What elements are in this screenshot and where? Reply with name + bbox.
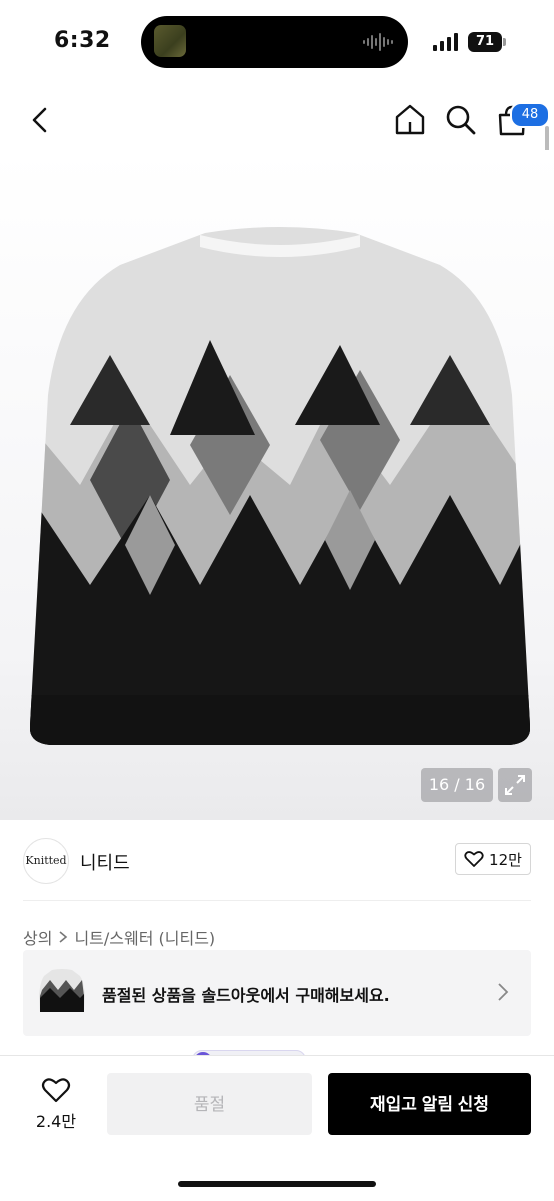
product-image [30, 227, 530, 745]
search-icon[interactable] [445, 104, 477, 136]
wishlist-button[interactable] [26, 1076, 86, 1108]
wishlist-count: 2.4만 [35, 1112, 77, 1131]
battery-tip [503, 38, 506, 46]
signal-icon [433, 33, 458, 51]
soldout-banner-text: 품절된 상품을 솔드아웃에서 구매해보세요. [102, 986, 390, 1005]
status-time: 6:32 [54, 28, 111, 53]
banner-product-thumbnail [39, 969, 85, 1012]
restock-alert-button[interactable]: 재입고 알림 신청 [328, 1073, 531, 1135]
chevron-right-icon [498, 983, 509, 1001]
soldout-button: 품절 [107, 1073, 312, 1135]
breadcrumb-category[interactable]: 상의 [23, 925, 52, 949]
divider [23, 900, 531, 901]
voice-wave-icon [363, 33, 393, 51]
brand-like-count: 12만 [489, 850, 522, 869]
image-counter: 16 / 16 [421, 768, 493, 802]
battery-indicator: 71 [468, 32, 502, 52]
cart-count-badge: 48 [510, 102, 550, 128]
brand-logo[interactable]: Knitted [23, 838, 69, 884]
heart-icon [41, 1078, 71, 1103]
expand-button[interactable] [498, 768, 532, 802]
now-playing-artwork [154, 25, 186, 57]
brand-like-button[interactable]: 12만 [455, 843, 531, 875]
expand-icon [505, 775, 525, 795]
brand-name[interactable]: 니티드 [80, 849, 130, 875]
home-icon[interactable] [394, 103, 426, 135]
back-icon[interactable] [28, 106, 52, 134]
breadcrumb-subcategory[interactable]: 니트/스웨터 (니티드) [74, 925, 215, 949]
breadcrumb: 상의 니트/스웨터 (니티드) [23, 925, 215, 949]
chevron-right-icon [59, 931, 68, 943]
heart-icon [464, 851, 484, 867]
home-indicator[interactable] [178, 1181, 376, 1187]
